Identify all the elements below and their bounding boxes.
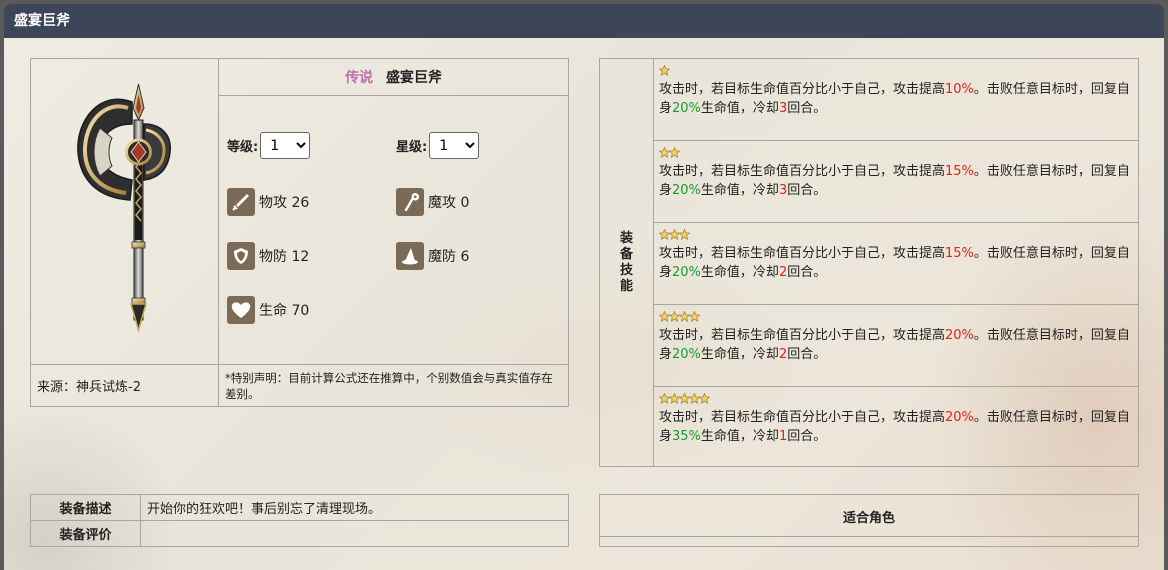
level-label: 等级: xyxy=(227,140,259,155)
skills-header-char: 技 xyxy=(619,262,633,278)
review-value xyxy=(140,520,569,547)
skill-text: 攻击时，若目标生命值百分比小于自己，攻击提高 xyxy=(659,328,946,343)
skill-description: 攻击时，若目标生命值百分比小于自己，攻击提高15%。击败任意目标时，回复自身20… xyxy=(659,162,1132,200)
star-selector: 星级: 1 xyxy=(396,132,480,159)
description-label: 装备描述 xyxy=(30,494,141,521)
suitable-roles-list xyxy=(599,536,1139,547)
source-cell: 来源：神兵试炼-2 xyxy=(30,364,219,407)
attack-bonus-value: 20% xyxy=(945,328,974,343)
stat-label: 魔攻 0 xyxy=(428,195,470,211)
star-rating xyxy=(659,61,1132,80)
attack-bonus-value: 15% xyxy=(945,164,974,179)
star-rating xyxy=(659,225,1132,244)
skill-text: 回合。 xyxy=(787,429,827,444)
stat-magic-attack: 魔攻 0 xyxy=(396,188,469,216)
star-icon xyxy=(669,147,680,158)
star-icon xyxy=(699,393,710,404)
level-selector: 等级: 1 xyxy=(227,132,311,159)
stat-physical-attack: 物攻 26 xyxy=(227,188,309,216)
equipment-panel: 盛宴巨斧 传说 盛宴巨斧 等级: 1 星级: 1 物攻 26 魔攻 0 物防 1… xyxy=(4,4,1164,570)
star-rating xyxy=(659,389,1132,408)
disclaimer-note: *特别声明：目前计算公式还在推算中，个别数值会与真实值存在差别。 xyxy=(218,364,569,407)
skill-row-3-star: 攻击时，若目标生命值百分比小于自己，攻击提高15%。击败任意目标时，回复自身20… xyxy=(653,222,1139,305)
stat-label: 物防 12 xyxy=(259,249,310,265)
skill-text: 生命值，冷却 xyxy=(700,265,779,280)
equipment-name: 盛宴巨斧 xyxy=(385,70,442,86)
stat-label: 物攻 26 xyxy=(259,195,310,211)
skills-header-char: 备 xyxy=(619,246,633,262)
skill-row-2-star: 攻击时，若目标生命值百分比小于自己，攻击提高15%。击败任意目标时，回复自身20… xyxy=(653,140,1139,223)
attack-bonus-value: 20% xyxy=(945,410,974,425)
skill-description: 攻击时，若目标生命值百分比小于自己，攻击提高15%。击败任意目标时，回复自身20… xyxy=(659,244,1132,282)
skill-row-1-star: 攻击时，若目标生命值百分比小于自己，攻击提高10%。击败任意目标时，回复自身20… xyxy=(653,58,1139,141)
cooldown-value: 1 xyxy=(778,429,788,444)
shield-icon xyxy=(227,242,255,270)
skill-text: 回合。 xyxy=(787,347,827,362)
wand-icon xyxy=(396,188,424,216)
skill-row-4-star: 攻击时，若目标生命值百分比小于自己，攻击提高20%。击败任意目标时，回复自身20… xyxy=(653,304,1139,387)
skills-header-char: 能 xyxy=(619,278,633,294)
rarity-label: 传说 xyxy=(345,70,374,86)
cooldown-value: 2 xyxy=(778,347,788,362)
star-rating xyxy=(659,143,1132,162)
window-title: 盛宴巨斧 xyxy=(4,4,1164,38)
description-value: 开始你的狂欢吧！事后别忘了清理现场。 xyxy=(140,494,569,521)
equipment-skills-table: 装 备 技 能 攻击时，若目标生命值百分比小于自己，攻击提高10%。击败任意目标… xyxy=(599,58,1139,467)
heal-value: 20% xyxy=(672,347,701,362)
equipment-image-cell xyxy=(30,58,219,365)
heal-value: 20% xyxy=(672,265,701,280)
star-label: 星级: xyxy=(396,140,428,155)
skill-text: 回合。 xyxy=(787,265,827,280)
suitable-roles-header: 适合角色 xyxy=(599,494,1139,537)
review-label: 装备评价 xyxy=(30,520,141,547)
star-rating xyxy=(659,307,1132,326)
star-icon xyxy=(689,311,700,322)
stat-label: 生命 70 xyxy=(259,303,310,319)
skill-text: 生命值，冷却 xyxy=(700,347,779,362)
cooldown-value: 3 xyxy=(778,183,788,198)
skill-text: 生命值，冷却 xyxy=(700,101,779,116)
star-select[interactable]: 1 xyxy=(429,132,480,159)
stat-label: 魔防 6 xyxy=(428,249,470,265)
stats-cell: 等级: 1 星级: 1 物攻 26 魔攻 0 物防 12 魔防 6 生命 70 xyxy=(218,95,569,365)
stat-health: 生命 70 xyxy=(227,296,309,324)
skill-description: 攻击时，若目标生命值百分比小于自己，攻击提高10%。击败任意目标时，回复自身20… xyxy=(659,80,1132,118)
heal-value: 20% xyxy=(672,183,701,198)
stat-physical-defense: 物防 12 xyxy=(227,242,309,270)
equipment-info-table: 传说 盛宴巨斧 等级: 1 星级: 1 物攻 26 魔攻 0 物防 12 魔防 … xyxy=(30,58,569,407)
skill-text: 回合。 xyxy=(787,183,827,198)
attack-bonus-value: 15% xyxy=(945,246,974,261)
heal-value: 35% xyxy=(672,429,701,444)
skill-description: 攻击时，若目标生命值百分比小于自己，攻击提高20%。击败任意目标时，回复自身35… xyxy=(659,408,1132,446)
skill-text: 攻击时，若目标生命值百分比小于自己，攻击提高 xyxy=(659,410,946,425)
star-icon xyxy=(679,229,690,240)
heal-value: 20% xyxy=(672,101,701,116)
cooldown-value: 2 xyxy=(778,265,788,280)
suitable-roles-table: 适合角色 xyxy=(599,494,1139,547)
description-table: 装备描述 开始你的狂欢吧！事后别忘了清理现场。 装备评价 xyxy=(30,494,569,547)
skill-text: 攻击时，若目标生命值百分比小于自己，攻击提高 xyxy=(659,246,946,261)
skills-header: 装 备 技 能 xyxy=(599,58,654,467)
skill-text: 攻击时，若目标生命值百分比小于自己，攻击提高 xyxy=(659,82,946,97)
skill-text: 生命值，冷却 xyxy=(700,429,779,444)
battle-axe-image xyxy=(76,83,171,333)
cooldown-value: 3 xyxy=(778,101,788,116)
star-icon xyxy=(659,65,670,76)
skills-header-char: 装 xyxy=(619,230,633,246)
sword-icon xyxy=(227,188,255,216)
attack-bonus-value: 10% xyxy=(945,82,974,97)
skill-row-5-star: 攻击时，若目标生命值百分比小于自己，攻击提高20%。击败任意目标时，回复自身35… xyxy=(653,386,1139,467)
skill-description: 攻击时，若目标生命值百分比小于自己，攻击提高20%。击败任意目标时，回复自身20… xyxy=(659,326,1132,364)
stat-magic-defense: 魔防 6 xyxy=(396,242,469,270)
equipment-name-cell: 传说 盛宴巨斧 xyxy=(218,58,569,96)
skill-text: 生命值，冷却 xyxy=(700,183,779,198)
skill-text: 回合。 xyxy=(787,101,827,116)
heart-icon xyxy=(227,296,255,324)
skill-text: 攻击时，若目标生命值百分比小于自己，攻击提高 xyxy=(659,164,946,179)
wizard-hat-icon xyxy=(396,242,424,270)
level-select[interactable]: 1 xyxy=(260,132,311,159)
